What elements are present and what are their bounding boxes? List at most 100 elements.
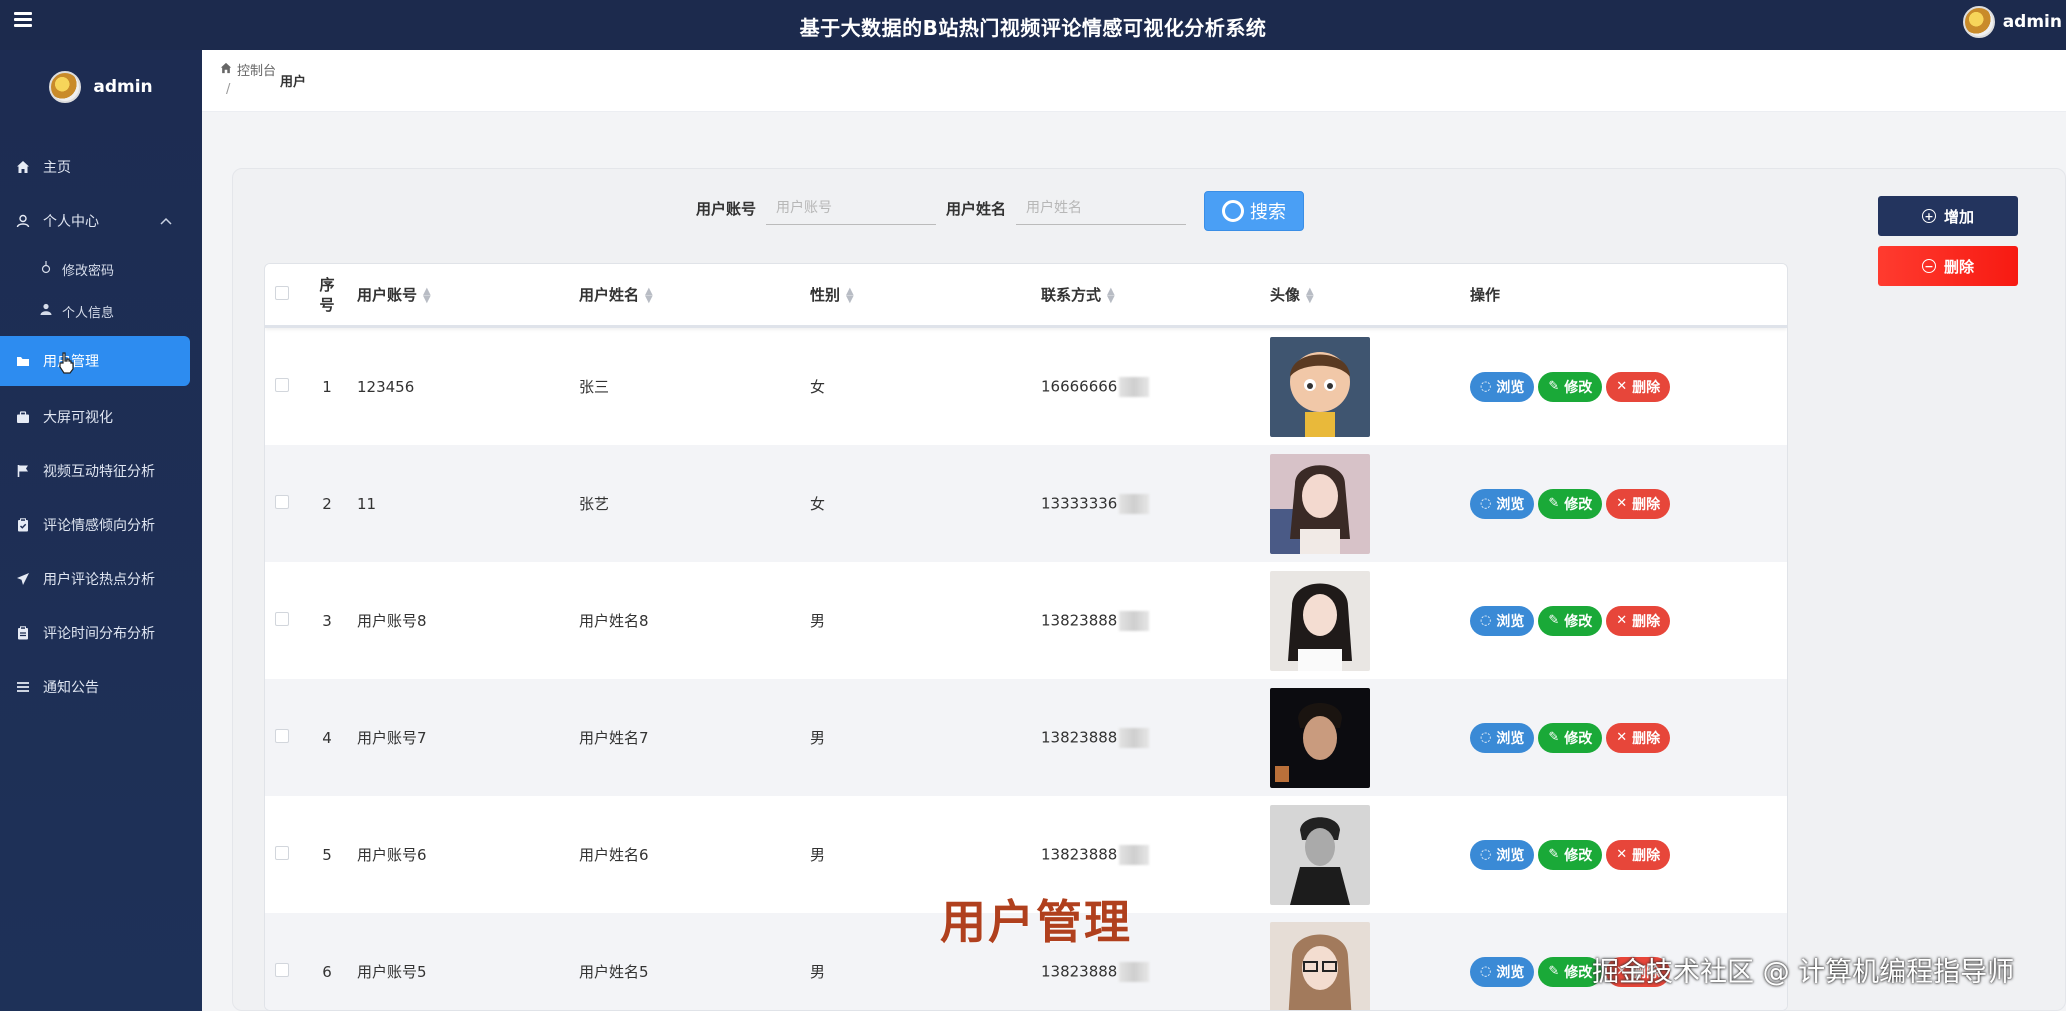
row-checkbox[interactable] (275, 845, 289, 860)
header-sex-label: 性别 (810, 286, 841, 304)
sidebar-item-label: 评论时间分布分析 (43, 626, 155, 642)
row-checkbox[interactable] (275, 377, 289, 392)
view-button[interactable]: ◌ 浏览 (1470, 488, 1535, 519)
sidebar-item-personal-info[interactable]: 个人信息 (0, 290, 202, 332)
view-button[interactable]: ◌ 浏览 (1470, 956, 1535, 987)
add-button[interactable]: + 增加 (1878, 196, 2018, 236)
user-menu[interactable]: admin (1962, 6, 2062, 38)
search-icon: ◌ (1480, 379, 1492, 394)
sort-icon[interactable]: ▲ ▼ (1107, 286, 1115, 304)
delete-row-button[interactable]: ✕ 删除 (1606, 722, 1671, 753)
sort-icon[interactable]: ▲ ▼ (645, 286, 653, 304)
table-row[interactable]: 1 123456 张三 女 16666666 ◌ 浏览 ✎ 修改 ✕ 删除 (265, 328, 1787, 445)
row-account: 用户账号6 (357, 846, 427, 864)
user-avatar-image[interactable] (1270, 687, 1370, 788)
sidebar-item-big-screen[interactable]: 大屏可视化 (0, 390, 202, 444)
search-button[interactable]: 搜索 (1204, 191, 1304, 231)
header-ops: 操作 (1470, 284, 1770, 305)
header-avatar[interactable]: 头像 ▲ ▼ (1270, 284, 1470, 305)
username: admin (2002, 12, 2062, 32)
add-button-label: 增加 (1943, 207, 1974, 226)
sidebar-item-hotspot-analysis[interactable]: 用户评论热点分析 (0, 552, 202, 606)
select-all-checkbox[interactable] (275, 285, 289, 300)
sidebar-item-change-password[interactable]: 修改密码 (0, 248, 202, 290)
delete-button-label: 删除 (1943, 257, 1974, 276)
edit-button[interactable]: ✎ 修改 (1538, 488, 1603, 519)
phone-redaction (1119, 844, 1150, 865)
sidebar-item-label: 用户评论热点分析 (43, 572, 155, 588)
close-icon: ✕ (1616, 847, 1628, 862)
delete-button[interactable]: − 删除 (1878, 246, 2018, 286)
row-account: 用户账号8 (357, 612, 427, 630)
edit-icon: ✎ (1548, 847, 1560, 862)
phone-redaction (1119, 727, 1150, 748)
edit-label: 修改 (1564, 379, 1593, 396)
edit-button[interactable]: ✎ 修改 (1538, 722, 1603, 753)
user-avatar-image[interactable] (1270, 570, 1370, 671)
edit-button[interactable]: ✎ 修改 (1538, 371, 1603, 402)
sidebar-item-personal-center[interactable]: 个人中心 (0, 194, 202, 248)
row-checkbox[interactable] (275, 962, 289, 977)
delete-row-button[interactable]: ✕ 删除 (1606, 839, 1671, 870)
view-label: 浏览 (1496, 730, 1525, 747)
close-icon: ✕ (1616, 379, 1628, 394)
delete-row-button[interactable]: ✕ 删除 (1606, 488, 1671, 519)
search-icon: ◌ (1480, 964, 1492, 979)
delete-row-button[interactable]: ✕ 删除 (1606, 605, 1671, 636)
view-button[interactable]: ◌ 浏览 (1470, 371, 1535, 402)
header-phone-label: 联系方式 (1041, 286, 1102, 304)
user-avatar-image[interactable] (1270, 336, 1370, 437)
edit-button[interactable]: ✎ 修改 (1538, 605, 1603, 636)
row-checkbox[interactable] (275, 494, 289, 509)
sort-icon[interactable]: ▲ ▼ (423, 286, 431, 304)
sidebar-item-label: 主页 (43, 160, 71, 176)
sort-icon[interactable]: ▲ ▼ (1306, 286, 1314, 304)
view-button[interactable]: ◌ 浏览 (1470, 605, 1535, 636)
list-icon (15, 679, 31, 695)
edit-button[interactable]: ✎ 修改 (1538, 839, 1603, 870)
row-phone: 13823888 (1041, 844, 1270, 865)
breadcrumb: 控制台 / 用户 (202, 50, 2066, 112)
user-avatar-image[interactable] (1270, 453, 1370, 554)
sort-icon[interactable]: ▲ ▼ (846, 286, 854, 304)
sidebar-item-video-interaction[interactable]: 视频互动特征分析 (0, 444, 202, 498)
row-sex: 男 (810, 846, 826, 864)
clipboard-icon (15, 517, 31, 533)
app-title: 基于大数据的B站热门视频评论情感可视化分析系统 (799, 16, 1267, 40)
sidebar-item-home[interactable]: 主页 (0, 140, 202, 194)
delete-label: 删除 (1632, 730, 1661, 747)
sidebar-item-label: 个人中心 (43, 214, 99, 230)
user-avatar-image[interactable] (1270, 804, 1370, 905)
delete-label: 删除 (1632, 496, 1661, 513)
delete-label: 删除 (1632, 379, 1661, 396)
table-row[interactable]: 2 11 张艺 女 13333336 ◌ 浏览 ✎ 修改 ✕ 删除 (265, 445, 1787, 562)
row-sex: 男 (810, 963, 826, 981)
sidebar-item-sentiment-analysis[interactable]: 评论情感倾向分析 (0, 498, 202, 552)
row-phone-value: 13823888 (1041, 611, 1118, 629)
sidebar-item-notice[interactable]: 通知公告 (0, 660, 202, 714)
view-button[interactable]: ◌ 浏览 (1470, 839, 1535, 870)
user-avatar-image[interactable] (1270, 921, 1370, 1010)
row-checkbox[interactable] (275, 611, 289, 626)
sidebar-brand-name: admin (93, 77, 153, 97)
header-account[interactable]: 用户账号 ▲ ▼ (347, 284, 579, 305)
view-button[interactable]: ◌ 浏览 (1470, 722, 1535, 753)
edit-label: 修改 (1564, 730, 1593, 747)
plus-circle-icon: + (1921, 209, 1936, 223)
sidebar-item-time-distribution[interactable]: 评论时间分布分析 (0, 606, 202, 660)
header-sex[interactable]: 性别 ▲ ▼ (810, 284, 1041, 305)
table-row[interactable]: 3 用户账号8 用户姓名8 男 13823888 ◌ 浏览 ✎ 修改 ✕ 删除 (265, 562, 1787, 679)
header-phone[interactable]: 联系方式 ▲ ▼ (1041, 284, 1270, 305)
table-row[interactable]: 4 用户账号7 用户姓名7 男 13823888 ◌ 浏览 ✎ 修改 ✕ 删除 (265, 679, 1787, 796)
row-account: 用户账号5 (357, 963, 427, 981)
phone-redaction (1119, 376, 1150, 397)
sidebar-item-user-management[interactable]: 用户管理 (0, 336, 190, 386)
delete-row-button[interactable]: ✕ 删除 (1606, 371, 1671, 402)
breadcrumb-home[interactable]: 控制台 (220, 60, 276, 79)
account-search-input[interactable] (766, 191, 937, 225)
sidebar-item-label: 视频互动特征分析 (43, 464, 155, 480)
row-checkbox[interactable] (275, 728, 289, 743)
name-search-input[interactable] (1016, 191, 1187, 225)
sidebar-item-label: 修改密码 (62, 263, 115, 279)
header-name[interactable]: 用户姓名 ▲ ▼ (579, 284, 810, 305)
